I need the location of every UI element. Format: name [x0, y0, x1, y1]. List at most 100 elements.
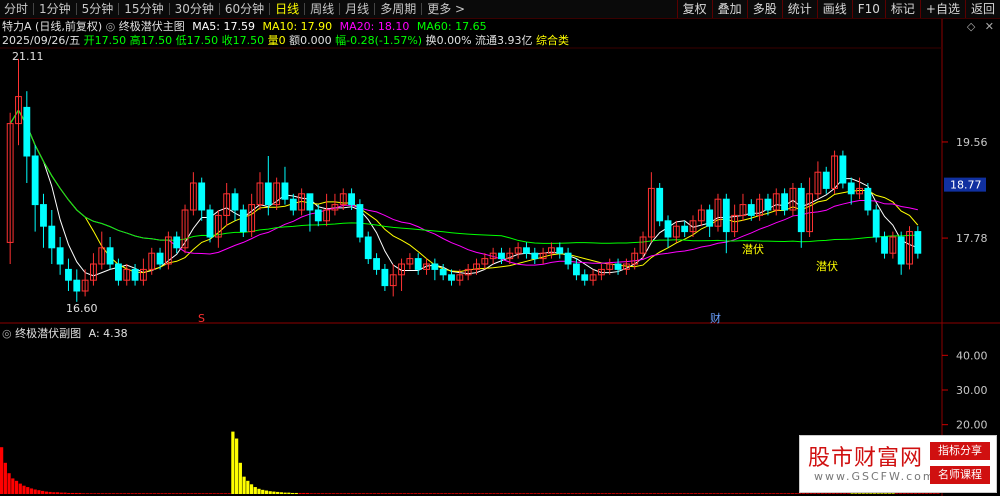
- sub-bar: [227, 493, 231, 494]
- candle-body: [48, 225, 56, 249]
- sub-bar: [436, 493, 440, 494]
- sub-bar: [857, 493, 862, 494]
- candle-body: [306, 193, 314, 211]
- sub-bar: [220, 493, 224, 494]
- sub-bar: [641, 493, 645, 494]
- sub-bar: [887, 493, 892, 494]
- sub-bar: [925, 493, 929, 494]
- ma5-line: [9, 109, 919, 277]
- sub-bar: [813, 493, 817, 494]
- candle-body: [264, 182, 272, 206]
- candle-body: [156, 252, 164, 265]
- candle-body: [797, 187, 805, 233]
- candle-body: [414, 258, 422, 270]
- sub-bar: [242, 476, 246, 494]
- sub-bar: [18, 483, 22, 494]
- sub-bar: [208, 493, 213, 494]
- sub-bar: [104, 493, 108, 494]
- sub-bar: [731, 493, 735, 494]
- current-price-label: 18.77: [950, 179, 982, 192]
- sub-bar: [111, 493, 116, 494]
- sub-bar: [287, 492, 291, 494]
- sub-bar: [865, 493, 869, 494]
- sub-bar: [708, 493, 712, 494]
- sub-bar: [921, 493, 925, 494]
- sub-bar: [428, 493, 433, 494]
- candle-body: [847, 182, 855, 195]
- watermark-title: 股市财富网: [808, 446, 924, 471]
- watermark-url: www.GSCFW.com: [814, 470, 936, 483]
- sub-bar: [622, 493, 627, 494]
- sub-bar: [477, 493, 481, 494]
- sub-bar: [346, 493, 351, 494]
- sub-bar: [719, 493, 724, 494]
- sub-bar: [130, 493, 134, 494]
- price-tick-label: 17.78: [956, 232, 988, 245]
- candle-body: [573, 263, 580, 276]
- sub-bar: [216, 493, 220, 494]
- candle-body: [314, 209, 322, 222]
- sub-bar: [663, 493, 668, 494]
- sub-bar: [742, 493, 746, 494]
- sub-bar: [290, 492, 295, 494]
- sub-bar: [201, 493, 205, 494]
- sub-bar: [738, 493, 742, 494]
- candle-body: [581, 274, 589, 281]
- sub-bar: [775, 493, 780, 494]
- candle-body: [531, 252, 539, 260]
- sub-bar: [33, 489, 37, 494]
- sub-bar: [365, 493, 369, 494]
- candle-body: [373, 258, 380, 270]
- sub-bar: [693, 493, 698, 494]
- candle-body: [115, 263, 122, 281]
- sub-bar: [604, 493, 608, 494]
- sub-bar: [727, 493, 731, 494]
- sub-bar: [93, 493, 97, 494]
- sub-bar: [89, 493, 93, 494]
- sub-bar: [608, 493, 612, 494]
- sub-bar: [115, 493, 119, 494]
- sub-bar: [52, 492, 56, 494]
- sub-bar: [581, 493, 586, 494]
- sub-bar: [574, 493, 578, 494]
- sub-bar: [406, 493, 410, 494]
- candle-body: [198, 182, 206, 211]
- sub-bar: [779, 493, 783, 494]
- sub-bar: [593, 493, 597, 494]
- candle-body: [56, 247, 64, 265]
- sub-bar: [898, 493, 903, 494]
- sub-bar: [917, 493, 921, 494]
- sub-bar: [910, 493, 914, 494]
- kline-chart[interactable]: 19.56 17.78 18.77 40.00 30.00 20.00 21.11 16.6…: [0, 0, 1000, 496]
- sub-bar: [193, 493, 198, 494]
- sub-bar: [936, 493, 940, 494]
- sub-bar: [805, 493, 809, 494]
- sub-bar: [705, 493, 709, 494]
- candle-body: [381, 268, 389, 287]
- sub-bar: [533, 493, 537, 494]
- sub-bar: [272, 491, 276, 494]
- sub-bar: [760, 493, 765, 494]
- sub-bar: [511, 493, 515, 494]
- sub-tick-label: 20.00: [956, 419, 988, 432]
- sub-bar: [48, 491, 52, 494]
- sub-bar: [649, 493, 653, 494]
- sub-bar: [317, 493, 321, 494]
- watermark: 股市财富网 www.GSCFW.com 指标分享 名师课程: [799, 435, 997, 493]
- cai-marker: 财: [710, 311, 721, 325]
- sub-bar: [358, 493, 362, 494]
- sub-bar: [223, 493, 228, 494]
- sub-bar: [395, 493, 399, 494]
- sub-bar: [414, 493, 418, 494]
- sub-bar: [320, 493, 325, 494]
- candle-body: [431, 263, 439, 270]
- sub-bar: [11, 478, 15, 494]
- sub-bar: [399, 493, 403, 494]
- sub-bar: [630, 493, 634, 494]
- sub-bar: [507, 493, 511, 494]
- sub-bar: [119, 493, 123, 494]
- sub-bar: [361, 493, 366, 494]
- candle-body: [914, 231, 922, 254]
- sub-bar: [328, 493, 332, 494]
- sub-bar: [839, 493, 843, 494]
